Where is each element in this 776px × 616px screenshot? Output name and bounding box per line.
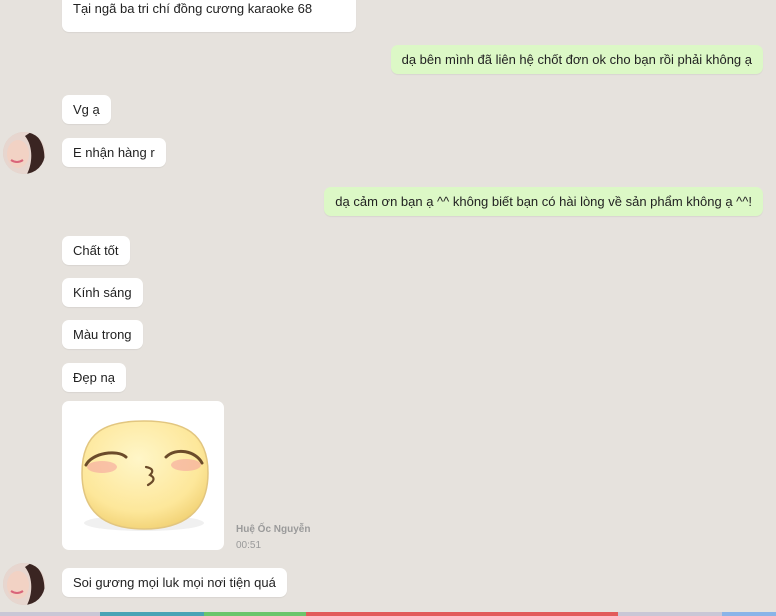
message-incoming: Vg ạ <box>62 95 111 124</box>
sender-meta: Huệ Ốc Nguyễn 00:51 <box>236 522 310 554</box>
sticker-message[interactable] <box>62 401 224 550</box>
message-outgoing: dạ cảm ơn bạn ạ ^^ không biết bạn có hài… <box>324 187 763 216</box>
message-text: Chất tốt <box>73 243 119 258</box>
avatar[interactable] <box>3 132 45 174</box>
strip-segment <box>722 612 776 616</box>
message-text: Vg ạ <box>73 102 100 117</box>
message-text: E nhận hàng r <box>73 145 155 160</box>
strip-segment <box>204 612 306 616</box>
message-outgoing: dạ bên mình đã liên hệ chốt đơn ok cho b… <box>390 45 763 74</box>
strip-segment <box>100 612 204 616</box>
strip-segment <box>306 612 618 616</box>
message-incoming: Kính sáng <box>62 278 143 307</box>
message-text: Tại ngã ba tri chí đồng cương karaoke 68 <box>73 1 313 16</box>
message-text: Soi gương mọi luk mọi nơi tiện quá <box>73 575 276 590</box>
message-incoming: Đẹp nạ <box>62 363 126 392</box>
message-incoming: Chất tốt <box>62 236 130 265</box>
message-text: Kính sáng <box>73 285 132 300</box>
message-text: dạ bên mình đã liên hệ chốt đơn ok cho b… <box>401 52 752 67</box>
avatar-photo-icon <box>3 563 45 605</box>
message-incoming: E nhận hàng r <box>62 138 166 167</box>
avatar-photo-icon <box>3 132 45 174</box>
message-text: dạ cảm ơn bạn ạ ^^ không biết bạn có hài… <box>335 194 752 209</box>
avatar[interactable] <box>3 563 45 605</box>
kissing-face-sticker-icon <box>81 420 209 531</box>
message-incoming: Soi gương mọi luk mọi nơi tiện quá <box>62 568 287 597</box>
strip-segment <box>618 612 722 616</box>
message-incoming-partial: Tại ngã ba tri chí đồng cương karaoke 68 <box>62 0 356 32</box>
message-text: Màu trong <box>73 327 132 342</box>
sender-name: Huệ Ốc Nguyễn <box>236 524 311 535</box>
message-time: 00:51 <box>236 540 262 551</box>
bottom-color-strip <box>0 612 776 616</box>
message-text: Đẹp nạ <box>73 370 115 385</box>
message-incoming: Màu trong <box>62 320 143 349</box>
strip-segment <box>0 612 100 616</box>
